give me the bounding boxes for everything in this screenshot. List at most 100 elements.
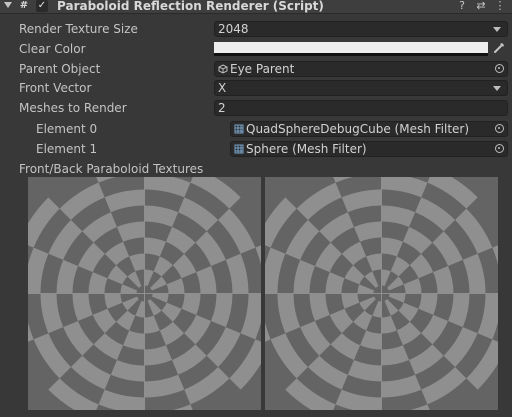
checker-cell [455,208,493,254]
render-texture-size-dropdown[interactable]: 2048 [214,21,508,37]
checker-cell [218,208,256,254]
checker-cell [270,333,308,379]
help-icon[interactable]: ? [456,0,468,12]
checker-cell [466,339,498,390]
front-paraboloid-texture [28,177,261,410]
checker-cell [93,333,124,361]
checker-cell [381,315,397,334]
front-vector-label: Front Vector [19,81,92,95]
checker-cell [329,308,354,334]
front-vector-value: X [218,81,227,95]
checker-cell [151,293,169,303]
checker-cell [403,278,422,294]
element-0-field[interactable]: QuadSphereDebugCube (Mesh Filter) [230,121,508,137]
checker-cell [98,389,145,410]
parent-object-field[interactable]: Eye Parent [214,61,508,77]
checker-cell [166,278,185,294]
checker-cell [144,345,173,366]
component-header[interactable]: # ✓ Paraboloid Reflection Renderer (Scri… [0,0,512,14]
foldout-arrow-icon[interactable] [4,2,12,8]
checker-cell [415,197,456,232]
checker-cell [381,269,391,287]
checker-cell [341,241,367,266]
checker-cell [120,284,138,294]
checker-cell [153,256,173,277]
checker-cell [184,314,212,345]
checker-cell [92,308,117,334]
checker-cell [353,310,373,331]
preset-icon[interactable]: ⇄ [475,0,487,12]
checker-cell [150,276,167,291]
checker-cell [427,177,478,209]
checker-cell [277,293,301,334]
checker-cell [381,177,428,198]
front-vector-dropdown[interactable]: X [214,80,508,96]
checker-cell [70,355,111,390]
checker-cell [357,284,375,294]
checker-cell [402,226,433,254]
checker-cell [240,293,261,340]
checker-cell [409,344,444,375]
checker-cell [59,182,105,220]
checker-cell [116,221,145,242]
parent-object-label: Parent Object [19,62,101,76]
element-1-value: Sphere (Mesh Filter) [246,142,367,156]
checker-cell [341,293,360,309]
checker-cell [410,404,430,410]
checker-cell [28,197,60,248]
checker-cell [122,296,139,311]
checker-cell [347,360,382,382]
checker-cell [265,197,297,248]
checker-cell [206,327,241,368]
parent-object-value: Eye Parent [230,62,295,76]
checker-cell [159,321,185,346]
checker-cell [300,321,331,356]
checker-cell [387,276,404,291]
checker-cell [333,177,353,183]
object-picker-icon[interactable] [495,124,504,133]
checker-cell [309,293,330,322]
checker-cell [28,322,34,342]
meshes-count-field[interactable]: 2 [214,100,508,116]
enable-checkbox[interactable]: ✓ [36,0,48,12]
checker-cell [381,205,416,227]
checker-cell [381,237,403,257]
checker-cell [165,226,196,254]
eyedropper-icon[interactable] [492,41,506,55]
checker-cell [104,293,123,309]
checker-cell [190,177,241,209]
checker-cell [359,296,376,311]
checker-cell [144,237,166,257]
checker-cell [384,299,399,316]
object-picker-icon[interactable] [495,144,504,153]
clear-color-swatch[interactable] [214,42,488,56]
checker-cell [421,314,449,345]
checker-cell [161,302,182,322]
meshes-count-value: 2 [218,101,226,115]
checker-cell [443,327,478,368]
checker-cell [33,333,71,379]
checker-cell [307,355,348,390]
checker-cell [388,293,406,303]
checker-cell [104,189,145,213]
object-picker-icon[interactable] [495,64,504,73]
checker-cell [135,300,145,318]
checker-cell [296,182,342,220]
textures-label: Front/Back Paraboloid Textures [19,162,204,176]
checker-cell [172,344,207,375]
checker-cell [285,378,336,410]
checker-cell [196,265,217,294]
more-icon[interactable]: ⋮ [494,0,506,12]
checker-cell [28,247,49,294]
checker-cell [390,256,410,277]
checker-cell [72,293,93,322]
checker-cell [418,293,438,315]
element-1-field[interactable]: Sphere (Mesh Filter) [230,141,508,157]
checker-cell [172,253,197,279]
checker-cell [265,322,271,342]
checker-cell [364,271,379,288]
checker-cell [325,272,345,294]
checker-cell [178,197,219,232]
checker-cell [107,265,128,285]
checker-cell [477,293,498,340]
